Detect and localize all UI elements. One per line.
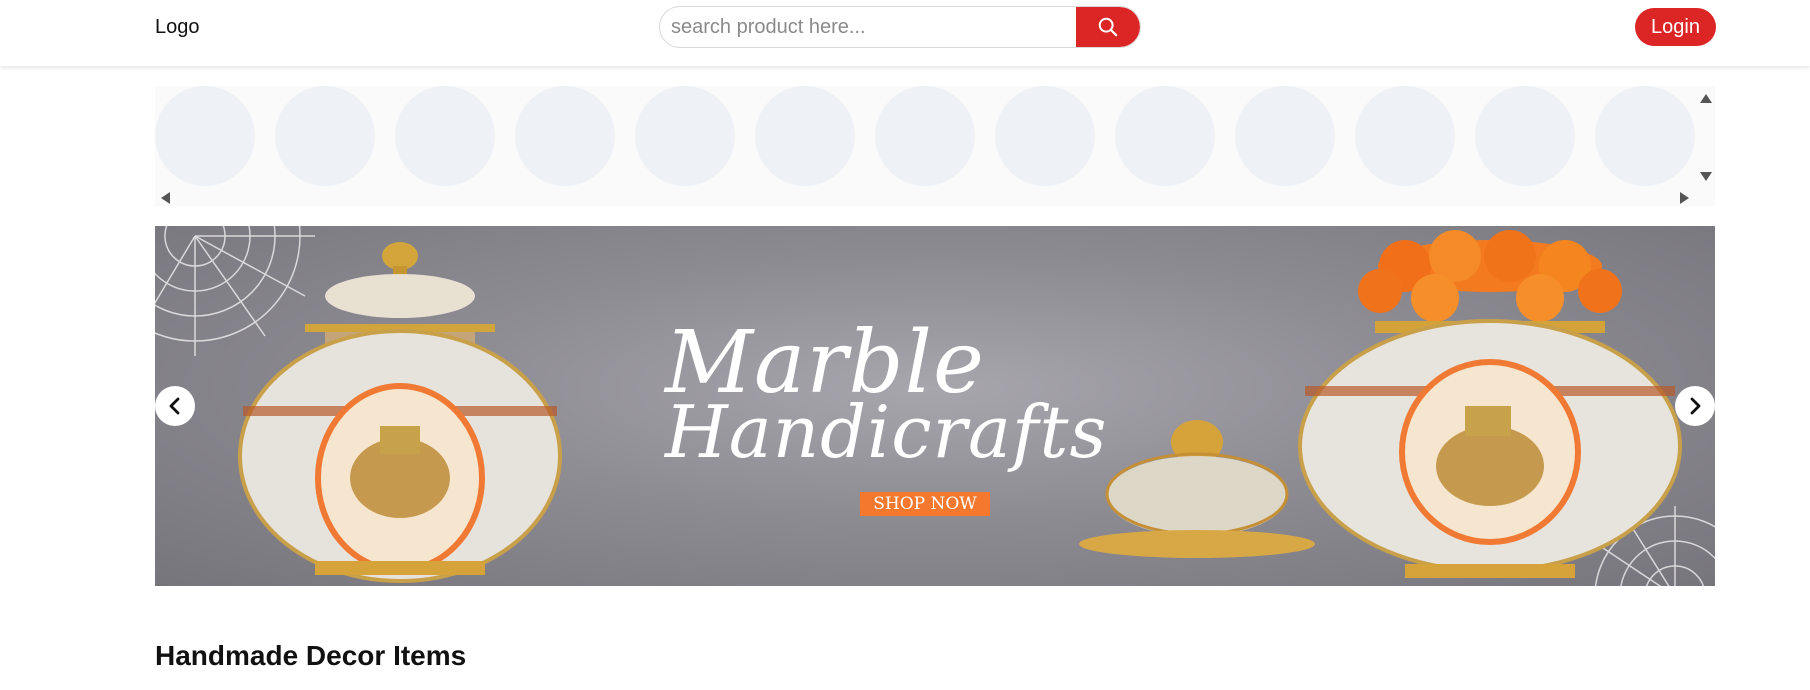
shop-now-button[interactable]: SHOP NOW — [860, 492, 990, 516]
scroll-down-arrow-icon[interactable] — [1700, 172, 1712, 181]
carousel-next-button[interactable] — [1675, 386, 1715, 426]
decorative-jar-right — [1298, 230, 1682, 578]
carousel-prev-button[interactable] — [155, 386, 195, 426]
login-button[interactable]: Login — [1635, 8, 1716, 46]
mandala-decoration — [155, 226, 315, 356]
category-placeholder[interactable] — [755, 86, 855, 186]
banner-title-line2: Handicrafts — [665, 390, 1108, 474]
vertical-scrollbar[interactable] — [1697, 86, 1715, 186]
category-placeholder[interactable] — [875, 86, 975, 186]
category-placeholder[interactable] — [1355, 86, 1455, 186]
search-button[interactable] — [1076, 7, 1140, 47]
search-icon — [1098, 17, 1118, 37]
hero-banner[interactable]: Marble Handicrafts SHOP NOW — [155, 226, 1715, 586]
category-placeholder[interactable] — [995, 86, 1095, 186]
category-placeholder[interactable] — [515, 86, 615, 186]
scroll-up-arrow-icon[interactable] — [1700, 94, 1712, 103]
category-placeholder[interactable] — [1595, 86, 1695, 186]
decorative-jar-left — [238, 242, 562, 583]
category-placeholder[interactable] — [635, 86, 735, 186]
chevron-right-icon — [1690, 397, 1701, 415]
category-placeholder[interactable] — [275, 86, 375, 186]
category-placeholder[interactable] — [155, 86, 255, 186]
scroll-right-arrow-icon[interactable] — [1680, 192, 1689, 204]
top-header: Logo Login — [0, 0, 1810, 66]
category-placeholder[interactable] — [395, 86, 495, 186]
section-title: Handmade Decor Items — [155, 640, 467, 671]
decorative-lid — [1079, 420, 1315, 558]
scroll-left-arrow-icon[interactable] — [161, 192, 170, 204]
category-strip[interactable] — [155, 86, 1715, 206]
chevron-left-icon — [169, 397, 180, 415]
category-placeholder[interactable] — [1235, 86, 1335, 186]
category-placeholder[interactable] — [1475, 86, 1575, 186]
logo[interactable]: Logo — [155, 16, 200, 39]
horizontal-scrollbar[interactable] — [155, 188, 1697, 206]
search-bar — [659, 6, 1141, 48]
search-input[interactable] — [660, 7, 1081, 47]
category-placeholder[interactable] — [1115, 86, 1215, 186]
